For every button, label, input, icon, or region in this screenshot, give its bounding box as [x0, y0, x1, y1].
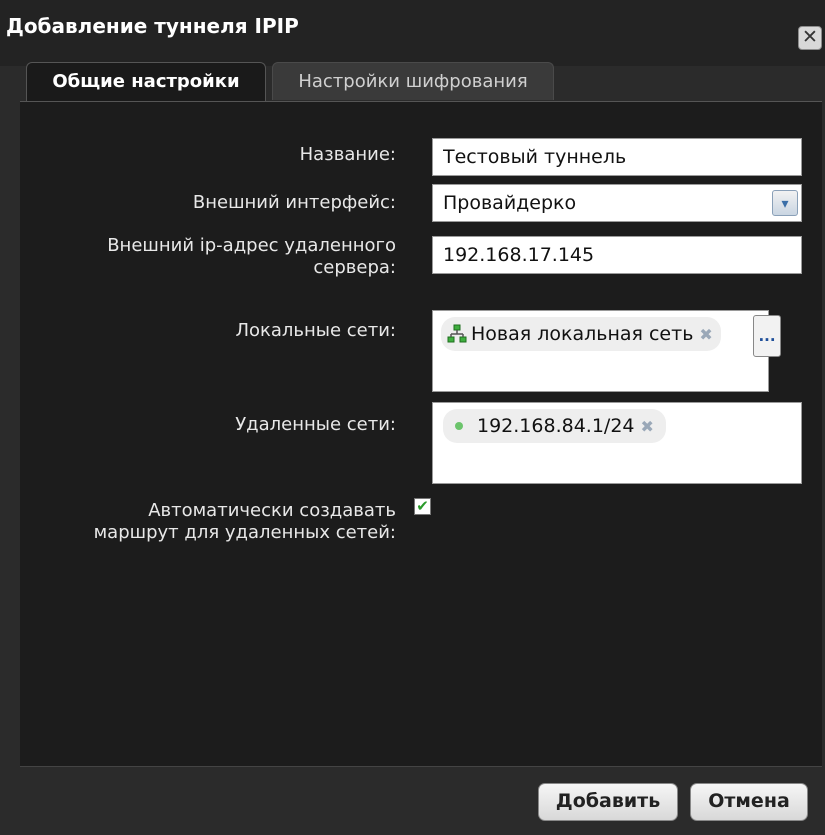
name-label: Название:: [299, 144, 396, 165]
remote-ip-label-line1: Внешний ip-адрес удаленного: [107, 235, 396, 256]
remote-ip-label-line2: сервера:: [313, 257, 396, 278]
local-networks-box[interactable]: Новая локальная сеть ✖: [432, 310, 769, 392]
tab-encryption-settings[interactable]: Настройки шифрования: [272, 62, 554, 100]
local-networks-label: Локальные сети:: [235, 320, 396, 341]
chevron-down-icon[interactable]: ▾: [772, 190, 798, 216]
local-network-tag-label: Новая локальная сеть: [471, 323, 694, 345]
dialog-titlebar[interactable]: Добавление туннеля IPIP ✕: [0, 0, 825, 66]
checkmark-icon: ✔: [416, 497, 429, 515]
subnet-dot-icon: [455, 422, 463, 430]
close-icon: ✕: [802, 26, 818, 48]
remote-network-tag[interactable]: 192.168.84.1/24 ✖: [443, 409, 666, 443]
remote-ip-value: 192.168.17.145: [443, 244, 595, 266]
interface-select[interactable]: Провайдерко ▾: [432, 184, 802, 222]
remote-ip-label: Внешний ip-адрес удаленного сервера:: [107, 235, 396, 279]
auto-route-label: Автоматически создавать маршрут для удал…: [94, 500, 396, 544]
remote-ip-input[interactable]: 192.168.17.145: [432, 236, 802, 274]
remote-networks-label: Удаленные сети:: [235, 414, 396, 435]
browse-local-networks-button[interactable]: ...: [753, 315, 781, 357]
name-input[interactable]: Тестовый туннель: [432, 138, 802, 176]
remote-networks-box[interactable]: 192.168.84.1/24 ✖: [432, 402, 802, 484]
remove-local-network-icon[interactable]: ✖: [699, 325, 712, 344]
settings-panel: Название: Тестовый туннель Внешний интер…: [20, 101, 822, 767]
add-button[interactable]: Добавить: [538, 783, 678, 821]
auto-route-checkbox[interactable]: ✔: [414, 498, 431, 515]
remove-remote-network-icon[interactable]: ✖: [641, 417, 654, 436]
name-value: Тестовый туннель: [443, 146, 627, 168]
auto-route-label-line1: Автоматически создавать: [148, 500, 396, 521]
network-icon: [447, 324, 467, 343]
remote-network-tag-label: 192.168.84.1/24: [477, 415, 635, 437]
close-button[interactable]: ✕: [798, 26, 822, 50]
cancel-button[interactable]: Отмена: [690, 783, 808, 821]
tab-general-settings[interactable]: Общие настройки: [26, 62, 266, 102]
ipip-tunnel-dialog: Добавление туннеля IPIP ✕ Общие настройк…: [0, 0, 825, 835]
auto-route-label-line2: маршрут для удаленных сетей:: [93, 522, 396, 543]
local-network-tag[interactable]: Новая локальная сеть ✖: [441, 317, 721, 351]
dialog-title: Добавление туннеля IPIP: [6, 14, 299, 38]
interface-label: Внешний интерфейс:: [192, 192, 396, 213]
interface-value: Провайдерко: [443, 192, 577, 214]
